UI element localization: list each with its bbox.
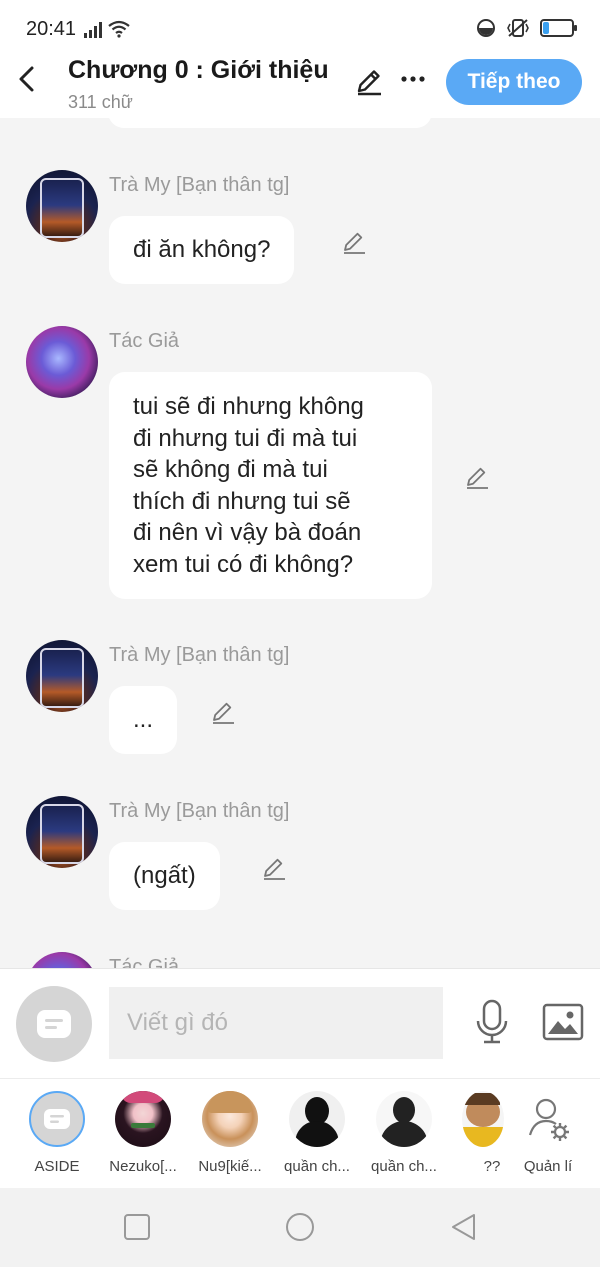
edit-chapter-button[interactable] xyxy=(354,66,384,96)
message-icon xyxy=(37,1010,71,1038)
character-quan-chung-2[interactable]: quần ch... xyxy=(364,1091,444,1181)
character-nu9[interactable]: Nu9[kiế... xyxy=(190,1091,270,1181)
avatar xyxy=(202,1091,258,1147)
avatar xyxy=(376,1091,432,1147)
character-label: Nezuko[... xyxy=(109,1158,177,1175)
battery-icon xyxy=(540,19,577,37)
word-count: 311 chữ xyxy=(68,92,133,112)
chevron-left-icon xyxy=(19,66,34,92)
avatar[interactable] xyxy=(26,796,98,868)
message-input[interactable] xyxy=(109,987,443,1059)
character-bar: ASIDE Nezuko[... Nu9[kiế... quần ch... q… xyxy=(0,1078,600,1188)
status-left-icons xyxy=(84,20,130,38)
insert-image-button[interactable] xyxy=(542,1003,584,1041)
sender-name: Trà My [Bạn thân tg] xyxy=(109,174,290,196)
character-nezuko[interactable]: Nezuko[... xyxy=(103,1091,183,1181)
message-bubble[interactable]: đi ăn không? xyxy=(109,216,295,284)
avatar xyxy=(462,1091,504,1147)
recent-apps-icon[interactable] xyxy=(122,1212,152,1242)
character-manage[interactable]: Quản lí xyxy=(508,1091,588,1181)
edit-message-icon[interactable] xyxy=(261,855,287,881)
vibrate-icon xyxy=(507,19,529,37)
message-bubble[interactable]: tui sẽ đi nhưng không đi nhưng tui đi mà… xyxy=(109,372,432,599)
more-icon xyxy=(401,76,425,82)
signal-icon xyxy=(84,22,102,38)
character-quan-chung-1[interactable]: quần ch... xyxy=(277,1091,357,1181)
avatar[interactable] xyxy=(26,952,98,968)
avatar[interactable] xyxy=(26,326,98,398)
aside-toggle-button[interactable] xyxy=(16,986,92,1062)
sender-name: Trà My [Bạn thân tg] xyxy=(109,644,290,666)
avatar[interactable] xyxy=(26,170,98,242)
more-options-button[interactable] xyxy=(400,66,426,92)
character-label: Quản lí xyxy=(523,1158,573,1175)
message-bubble[interactable]: (ngất) xyxy=(109,842,220,910)
alarm-icon xyxy=(477,19,495,37)
avatar xyxy=(115,1091,171,1147)
sender-name: Trà My [Bạn thân tg] xyxy=(109,800,290,822)
chat-area[interactable]: Trà My [Bạn thân tg] đi ăn không? Tác Gi… xyxy=(0,118,600,968)
wifi-icon xyxy=(108,20,130,38)
back-nav-icon[interactable] xyxy=(449,1212,479,1242)
edit-message-icon[interactable] xyxy=(341,229,367,255)
character-label: Nu9[kiế... xyxy=(198,1158,262,1175)
character-aside[interactable]: ASIDE xyxy=(17,1091,97,1181)
system-nav-bar xyxy=(0,1188,600,1267)
aside-avatar xyxy=(29,1091,85,1147)
character-label: ASIDE xyxy=(34,1158,80,1175)
status-right-icons xyxy=(476,18,577,38)
next-chapter-button[interactable]: Tiếp theo xyxy=(446,59,582,105)
pencil-icon xyxy=(357,70,381,96)
previous-message-bubble xyxy=(108,118,432,128)
image-icon xyxy=(542,1003,584,1041)
sender-name: Tác Giả xyxy=(109,956,180,968)
chapter-header: Chương 0 : Giới thiệu 311 chữ Tiếp theo xyxy=(0,52,600,118)
voice-input-button[interactable] xyxy=(474,999,510,1045)
chapter-title: Chương 0 : Giới thiệu xyxy=(68,56,329,84)
character-label: quần ch... xyxy=(284,1158,350,1175)
status-bar: 20:41 xyxy=(0,0,600,52)
sender-name: Tác Giả xyxy=(109,330,180,352)
status-time: 20:41 xyxy=(26,18,77,40)
battery-level xyxy=(543,22,549,34)
home-icon[interactable] xyxy=(285,1212,315,1242)
character-label: quần ch... xyxy=(371,1158,437,1175)
back-button[interactable] xyxy=(14,64,42,94)
composer-bar xyxy=(0,968,600,1078)
avatar xyxy=(289,1091,345,1147)
message-bubble[interactable]: ... xyxy=(109,686,178,754)
edit-message-icon[interactable] xyxy=(210,699,236,725)
avatar[interactable] xyxy=(26,640,98,712)
user-settings-icon xyxy=(528,1098,569,1141)
message-icon xyxy=(44,1109,70,1129)
manage-avatar xyxy=(520,1091,576,1147)
microphone-icon xyxy=(476,999,508,1044)
edit-message-icon[interactable] xyxy=(464,464,490,490)
